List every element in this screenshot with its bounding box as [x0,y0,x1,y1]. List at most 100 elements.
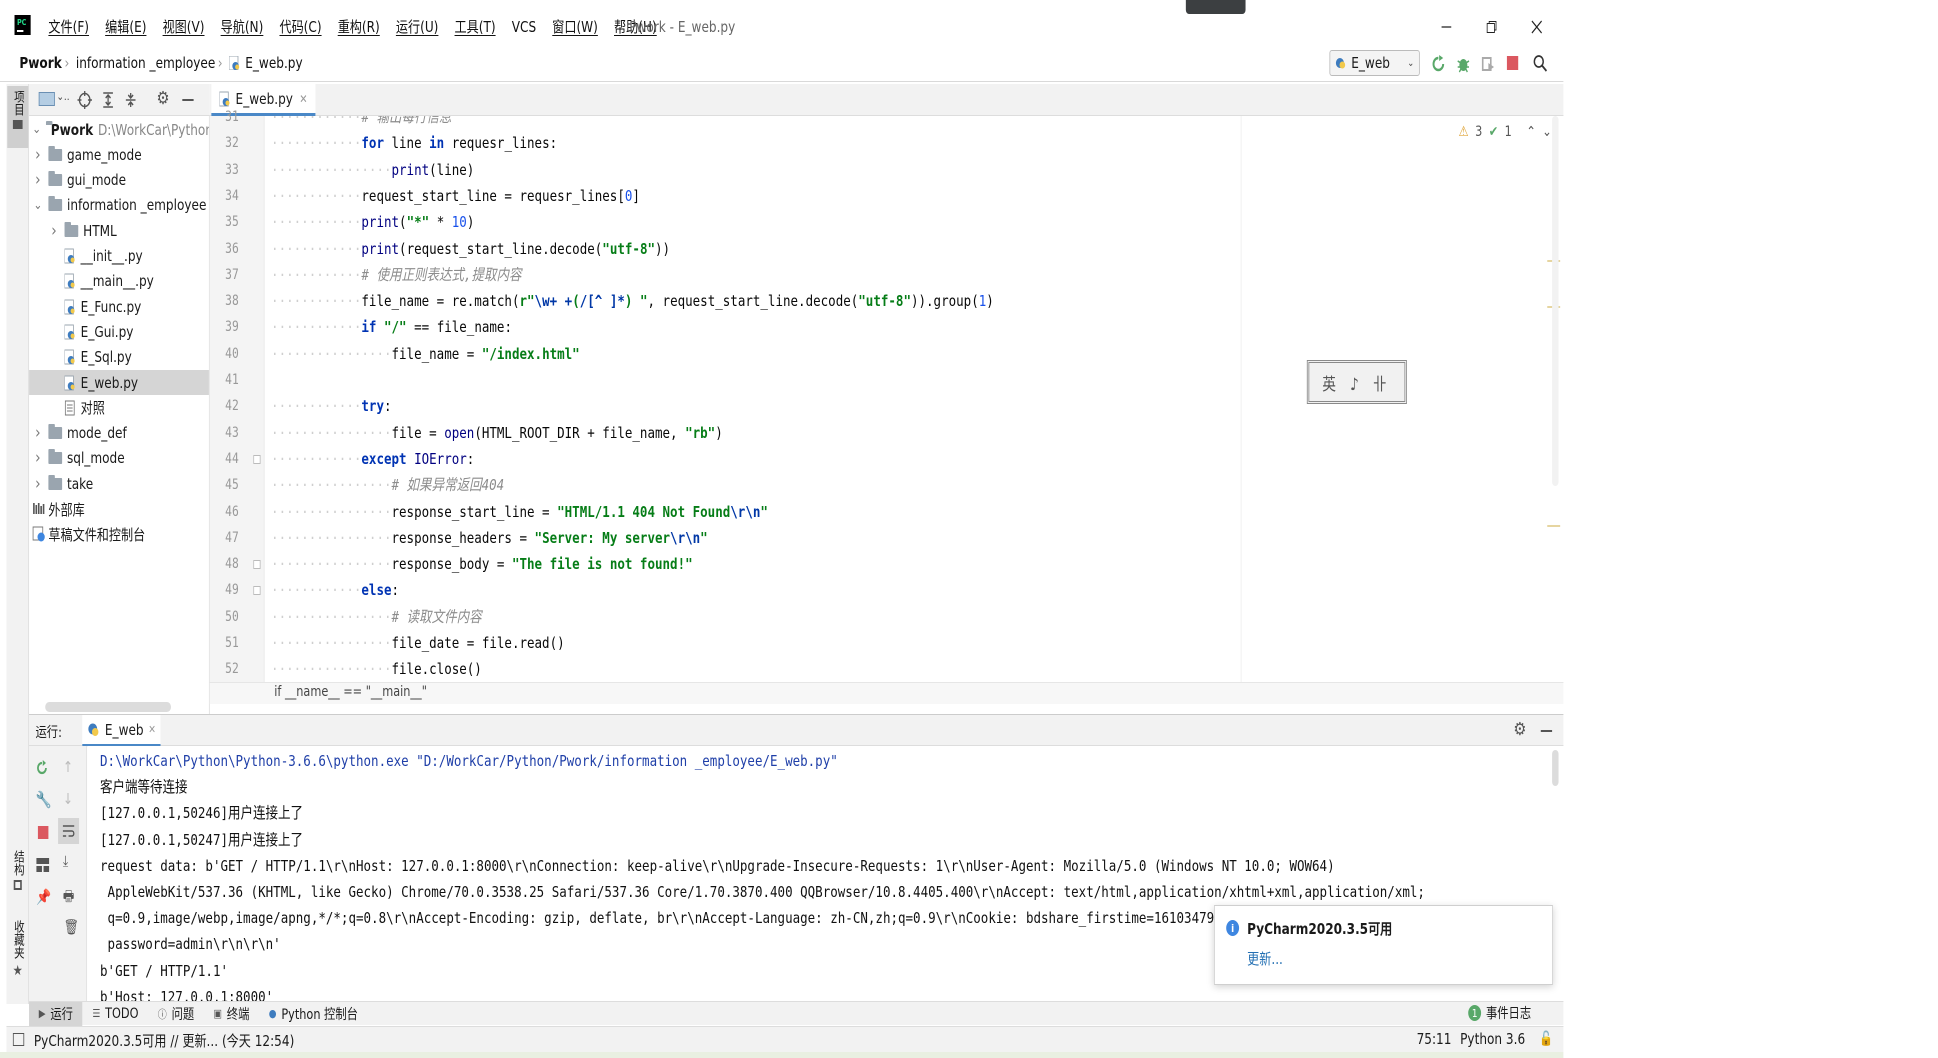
chevron-right-icon[interactable]: › [32,145,43,165]
run-config-selector[interactable]: E_web ⌄ [1329,50,1420,76]
debug-icon[interactable] [1456,55,1471,73]
tree-item[interactable]: 外部库 [29,497,209,522]
console-scrollbar[interactable] [1552,750,1559,786]
coverage-icon[interactable] [1481,55,1496,73]
restore-button[interactable] [1473,10,1510,44]
interpreter-indicator[interactable]: Python 3.6 [1460,1030,1525,1048]
menu-item[interactable]: 工具(T) [446,10,503,44]
fold-marker-icon[interactable] [253,586,261,596]
search-everywhere-icon[interactable] [1533,54,1548,72]
code-line[interactable]: ············file_name = re.match(r"\w+ +… [271,288,994,314]
code-line[interactable]: ················# 读取文件内容 [271,604,482,630]
editor-scrollbar[interactable] [1552,116,1559,486]
chevron-right-icon[interactable]: › [32,423,43,443]
menu-item[interactable]: 运行(U) [388,10,447,44]
menu-item[interactable]: 代码(C) [271,10,329,44]
update-notification[interactable]: i PyCharm2020.3.5可用 更新... [1214,905,1553,985]
chevron-down-icon[interactable]: ⌄ [32,198,43,213]
code-editor[interactable]: ············# 输出每行信息 ············for line… [264,116,1241,682]
expand-all-icon[interactable] [102,92,115,108]
tool-tab[interactable]: ▣ 终端 [204,1002,259,1026]
code-breadcrumb[interactable]: if __name__ == "__main__" [274,684,427,700]
status-message[interactable]: PyCharm2020.3.5可用 // 更新... (今天 12:54) [34,1030,294,1051]
code-line[interactable]: ················response_start_line = "H… [271,499,768,525]
code-line[interactable]: ············else: [271,577,399,603]
code-line[interactable]: ············if "/" == file_name: [271,314,512,340]
tree-item[interactable]: › game_mode [29,142,209,167]
chevron-right-icon[interactable]: › [32,474,43,494]
chevron-up-icon[interactable]: ⌃ [1526,124,1535,140]
notification-update-link[interactable]: 更新... [1247,948,1283,969]
code-line[interactable]: ················file.close() [271,656,482,682]
code-line[interactable]: ················file_date = file.read() [271,630,565,656]
chevron-down-icon[interactable]: ⌄ [1542,124,1551,140]
code-line[interactable]: ············except IOError: [271,446,474,472]
tree-item[interactable]: E_Sql.py [29,345,209,370]
menu-item[interactable]: 窗口(W) [544,10,606,44]
breadcrumb-folder[interactable]: information _employee [76,44,215,82]
code-line[interactable]: ················response_body = "The fil… [271,551,693,577]
tool-tab[interactable]: ▶ 运行 [29,1001,83,1026]
code-line[interactable]: ············# 使用正则表达式,提取内容 [271,262,521,288]
breadcrumb-project[interactable]: Pwork [19,44,61,82]
code-line[interactable]: ················file = open(HTML_ROOT_DI… [271,420,723,446]
fold-marker-icon[interactable] [253,560,261,570]
project-view-selector-icon[interactable] [38,92,55,106]
chevron-down-icon[interactable]: ⌄ [32,122,41,137]
structure-tool-button[interactable]: 结构 [7,850,28,910]
favorites-tool-button[interactable]: 收藏夹 ★ [7,920,28,990]
menu-item[interactable]: 视图(V) [155,10,213,44]
wrench-icon[interactable]: 🔧 [35,790,51,809]
tree-item[interactable]: ⌄ information _employee [29,193,209,218]
tree-item[interactable]: 对照 [29,395,209,420]
lock-icon[interactable]: 🔓 [1539,1031,1553,1047]
up-arrow-icon[interactable]: ↑ [63,758,73,776]
tree-item[interactable]: 草稿文件和控制台 [29,522,209,547]
rerun-icon[interactable] [1431,55,1446,73]
tree-item[interactable]: › sql_mode [29,446,209,471]
chevron-right-icon[interactable]: › [32,170,43,190]
down-arrow-icon[interactable]: ↓ [63,790,73,808]
tree-item[interactable]: E_Func.py [29,294,209,319]
inspection-widget[interactable]: ⚠ 3 ✔ 1 ⌃ ⌄ [1459,124,1552,140]
code-line[interactable]: ············# 输出每行信息 [271,116,451,130]
stop-icon[interactable] [1506,56,1519,70]
cursor-position[interactable]: 75:11 [1417,1030,1452,1048]
close-tab-icon[interactable]: ✕ [299,92,307,106]
code-line[interactable]: ················response_headers = "Serv… [271,525,708,551]
project-tool-button[interactable]: 项目 [7,86,29,148]
tree-item[interactable]: › HTML [29,218,209,243]
print-icon[interactable]: 🖶 [63,886,74,911]
pin-icon[interactable]: 📌 [36,888,51,906]
soft-wrap-icon[interactable] [58,818,80,844]
code-line[interactable]: ············print(request_start_line.dec… [271,236,670,262]
layout-icon[interactable] [36,858,50,872]
code-line[interactable]: ············print("*" * 10) [271,209,474,235]
hide-panel-icon[interactable] [182,99,194,101]
code-line[interactable]: ················print(line) [271,157,474,183]
fold-marker-icon[interactable] [253,454,261,464]
project-tree-scrollbar[interactable] [45,702,172,712]
event-log-button[interactable]: 1 事件日志 [1468,1002,1531,1024]
stop-icon[interactable] [37,826,49,839]
chevron-down-icon[interactable]: ⌄.. [56,90,69,103]
tool-tab[interactable]: ⓘ 问题 [148,1002,204,1026]
scroll-to-end-icon[interactable]: ⤓ [63,852,68,870]
tool-tab[interactable]: ● Python 控制台 [259,1002,368,1026]
panel-toggle-icon[interactable] [12,1033,25,1046]
chevron-right-icon[interactable]: › [48,221,59,241]
run-tab[interactable]: E_web ✕ [82,715,161,747]
menu-item[interactable]: 文件(F) [40,10,97,44]
tree-item[interactable]: › mode_def [29,421,209,446]
tree-item[interactable]: › take [29,471,209,496]
menu-item[interactable]: 重构(R) [330,10,388,44]
tree-item[interactable]: E_web.py [29,370,209,395]
hide-panel-icon[interactable] [1540,730,1553,732]
collapse-all-icon[interactable] [124,92,137,108]
close-tab-icon[interactable]: ✕ [148,723,155,736]
tree-item[interactable]: ⌄ Pwork D:\WorkCar\Python [29,117,209,142]
menu-item[interactable]: 导航(N) [213,10,272,44]
locate-file-icon[interactable] [77,91,92,109]
gear-icon[interactable]: ⚙ [1513,719,1526,740]
menu-item[interactable]: 编辑(E) [97,10,154,44]
